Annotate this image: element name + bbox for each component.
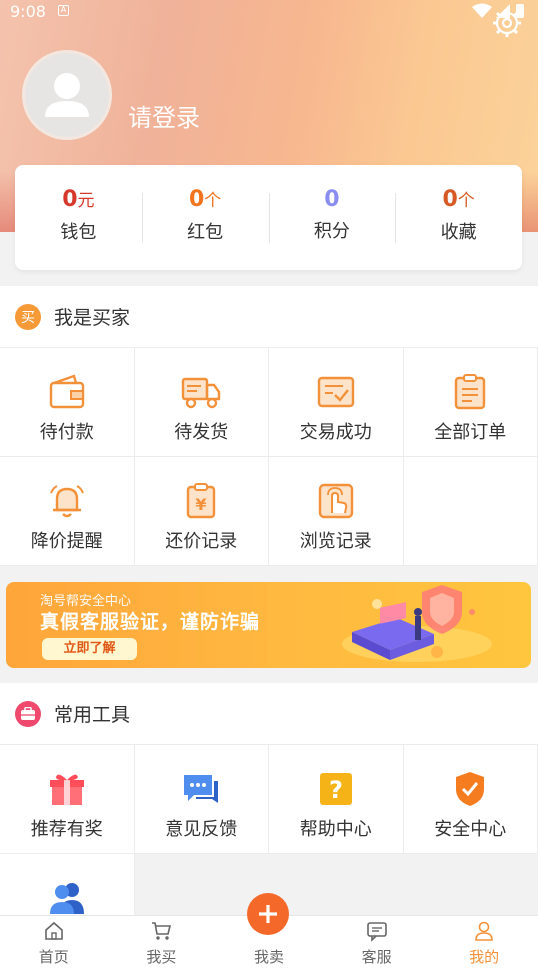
stats-card: 0元 钱包 0个 红包 0 积分 0个 收藏 bbox=[15, 165, 522, 270]
wifi-icon bbox=[472, 3, 492, 18]
buyer-item-label: 待付款 bbox=[39, 422, 94, 443]
buyer-item-label: 交易成功 bbox=[299, 422, 372, 443]
tool-feedback[interactable]: 意见反馈 bbox=[134, 745, 269, 854]
buyer-item-label: 降价提醒 bbox=[30, 531, 103, 552]
buyer-item-pending-shipment[interactable]: 待发货 bbox=[134, 348, 269, 457]
buyer-section: 买 我是买家 待付款 待发货 交易成功 全部订单 降价提醒 ¥ 还价记录 浏览记… bbox=[0, 286, 538, 566]
tab-service[interactable]: 客服 bbox=[323, 916, 431, 968]
tab-mine[interactable]: 我的 bbox=[430, 916, 538, 968]
tab-buy-label: 我买 bbox=[146, 948, 177, 966]
tool-label: 帮助中心 bbox=[299, 819, 372, 840]
checked-box-icon bbox=[317, 376, 354, 408]
buyer-item-label: 全部订单 bbox=[434, 422, 507, 443]
tools-section: 常用工具 推荐有奖 意见反馈 ? 帮助中心 安全中心 bbox=[0, 683, 538, 963]
tab-service-label: 客服 bbox=[361, 948, 392, 966]
tab-home-label: 首页 bbox=[38, 948, 69, 966]
buyer-section-title: 我是买家 bbox=[54, 307, 131, 329]
toolbox-icon bbox=[21, 706, 35, 720]
tool-label: 安全中心 bbox=[434, 819, 507, 840]
buyer-item-price-alert[interactable]: 降价提醒 bbox=[0, 457, 135, 566]
stat-points-number: 0 bbox=[324, 186, 340, 212]
buyer-item-browse-history[interactable]: 浏览记录 bbox=[269, 457, 404, 566]
app-root: 9:08 A 请登录 0元 钱包 0个 红包 0 积分 0个 收藏 买 我是买家… bbox=[0, 0, 538, 968]
stat-points[interactable]: 0 积分 bbox=[268, 183, 396, 253]
buyer-grid: 待付款 待发货 交易成功 全部订单 降价提醒 ¥ 还价记录 浏览记录 bbox=[0, 348, 538, 566]
svg-text:¥: ¥ bbox=[196, 495, 207, 514]
stat-redpacket-unit: 个 bbox=[204, 190, 222, 211]
tool-help-center[interactable]: ? 帮助中心 bbox=[269, 745, 404, 854]
tool-referral-reward[interactable]: 推荐有奖 bbox=[0, 745, 135, 854]
buyer-item-all-orders[interactable]: 全部订单 bbox=[403, 348, 538, 457]
gift-icon bbox=[49, 774, 84, 805]
tool-security-center[interactable]: 安全中心 bbox=[403, 745, 538, 854]
buyer-item-label: 浏览记录 bbox=[299, 531, 372, 552]
buyer-item-trade-success[interactable]: 交易成功 bbox=[269, 348, 404, 457]
sell-plus-button[interactable] bbox=[247, 893, 289, 935]
bell-icon bbox=[49, 485, 84, 518]
clipboard-icon bbox=[455, 374, 486, 410]
person-icon bbox=[475, 921, 493, 941]
wallet-icon bbox=[49, 374, 84, 409]
message-icon bbox=[366, 922, 387, 942]
stat-wallet-label: 钱包 bbox=[60, 221, 97, 243]
default-user-icon bbox=[45, 73, 89, 117]
stat-favorites-label: 收藏 bbox=[440, 221, 477, 243]
stat-favorites[interactable]: 0个 收藏 bbox=[395, 183, 522, 253]
status-time: 9:08 bbox=[10, 2, 46, 21]
buyer-item-bargain-history[interactable]: ¥ 还价记录 bbox=[134, 457, 269, 566]
cart-icon bbox=[152, 922, 172, 940]
buyer-grid-empty-cell bbox=[403, 457, 538, 566]
security-illustration-icon bbox=[342, 585, 492, 662]
buyer-section-header: 买 我是买家 bbox=[0, 286, 538, 348]
stat-points-label: 积分 bbox=[313, 220, 350, 242]
banner-learn-more-button[interactable]: 立即了解 bbox=[42, 638, 137, 660]
stat-wallet-number: 0 bbox=[62, 186, 78, 212]
banner-title: 真假客服验证，谨防诈骗 bbox=[40, 611, 261, 633]
login-link[interactable]: 请登录 bbox=[128, 98, 200, 133]
tab-sell-label: 我卖 bbox=[253, 948, 284, 966]
notification-a-icon: A bbox=[58, 5, 69, 16]
stat-wallet[interactable]: 0元 钱包 bbox=[15, 183, 142, 253]
users-icon bbox=[49, 883, 84, 914]
tools-section-header: 常用工具 bbox=[0, 683, 538, 745]
buyer-item-label: 还价记录 bbox=[165, 531, 238, 552]
tool-label: 推荐有奖 bbox=[30, 819, 103, 840]
tab-mine-label: 我的 bbox=[469, 948, 500, 966]
plus-icon bbox=[259, 905, 277, 923]
avatar[interactable] bbox=[22, 50, 112, 140]
stat-favorites-number: 0 bbox=[442, 186, 458, 212]
tools-section-title: 常用工具 bbox=[54, 704, 131, 726]
stat-wallet-value: 0元 bbox=[15, 183, 142, 218]
tab-buy[interactable]: 我买 bbox=[108, 916, 216, 968]
yen-clipboard-icon: ¥ bbox=[187, 483, 216, 519]
svg-text:?: ? bbox=[329, 776, 343, 804]
stat-favorites-value: 0个 bbox=[395, 183, 522, 218]
stat-redpacket[interactable]: 0个 红包 bbox=[141, 183, 269, 253]
settings-gear-icon[interactable] bbox=[492, 8, 522, 38]
stat-redpacket-number: 0 bbox=[188, 186, 205, 212]
stat-wallet-unit: 元 bbox=[77, 190, 95, 211]
chat-bubble-icon bbox=[184, 775, 219, 803]
tab-home[interactable]: 首页 bbox=[0, 916, 108, 968]
truck-icon bbox=[182, 377, 221, 409]
buyer-badge-icon: 买 bbox=[15, 303, 41, 330]
stat-points-value: 0 bbox=[269, 183, 396, 217]
toolbox-badge-icon bbox=[15, 700, 41, 727]
tool-label: 意见反馈 bbox=[165, 819, 238, 840]
buyer-item-label: 待发货 bbox=[174, 422, 229, 443]
security-banner[interactable]: 淘号帮安全中心 真假客服验证，谨防诈骗 立即了解 bbox=[6, 582, 531, 668]
buyer-badge-text: 买 bbox=[21, 309, 35, 326]
stat-redpacket-value: 0个 bbox=[142, 183, 269, 218]
touch-icon bbox=[318, 483, 353, 519]
stat-redpacket-label: 红包 bbox=[187, 221, 224, 243]
buyer-item-pending-payment[interactable]: 待付款 bbox=[0, 348, 135, 457]
shield-check-icon bbox=[456, 772, 485, 806]
home-icon bbox=[44, 921, 63, 940]
question-icon: ? bbox=[319, 773, 352, 805]
status-bar: 9:08 A bbox=[0, 0, 538, 24]
stat-favorites-unit: 个 bbox=[457, 190, 475, 211]
